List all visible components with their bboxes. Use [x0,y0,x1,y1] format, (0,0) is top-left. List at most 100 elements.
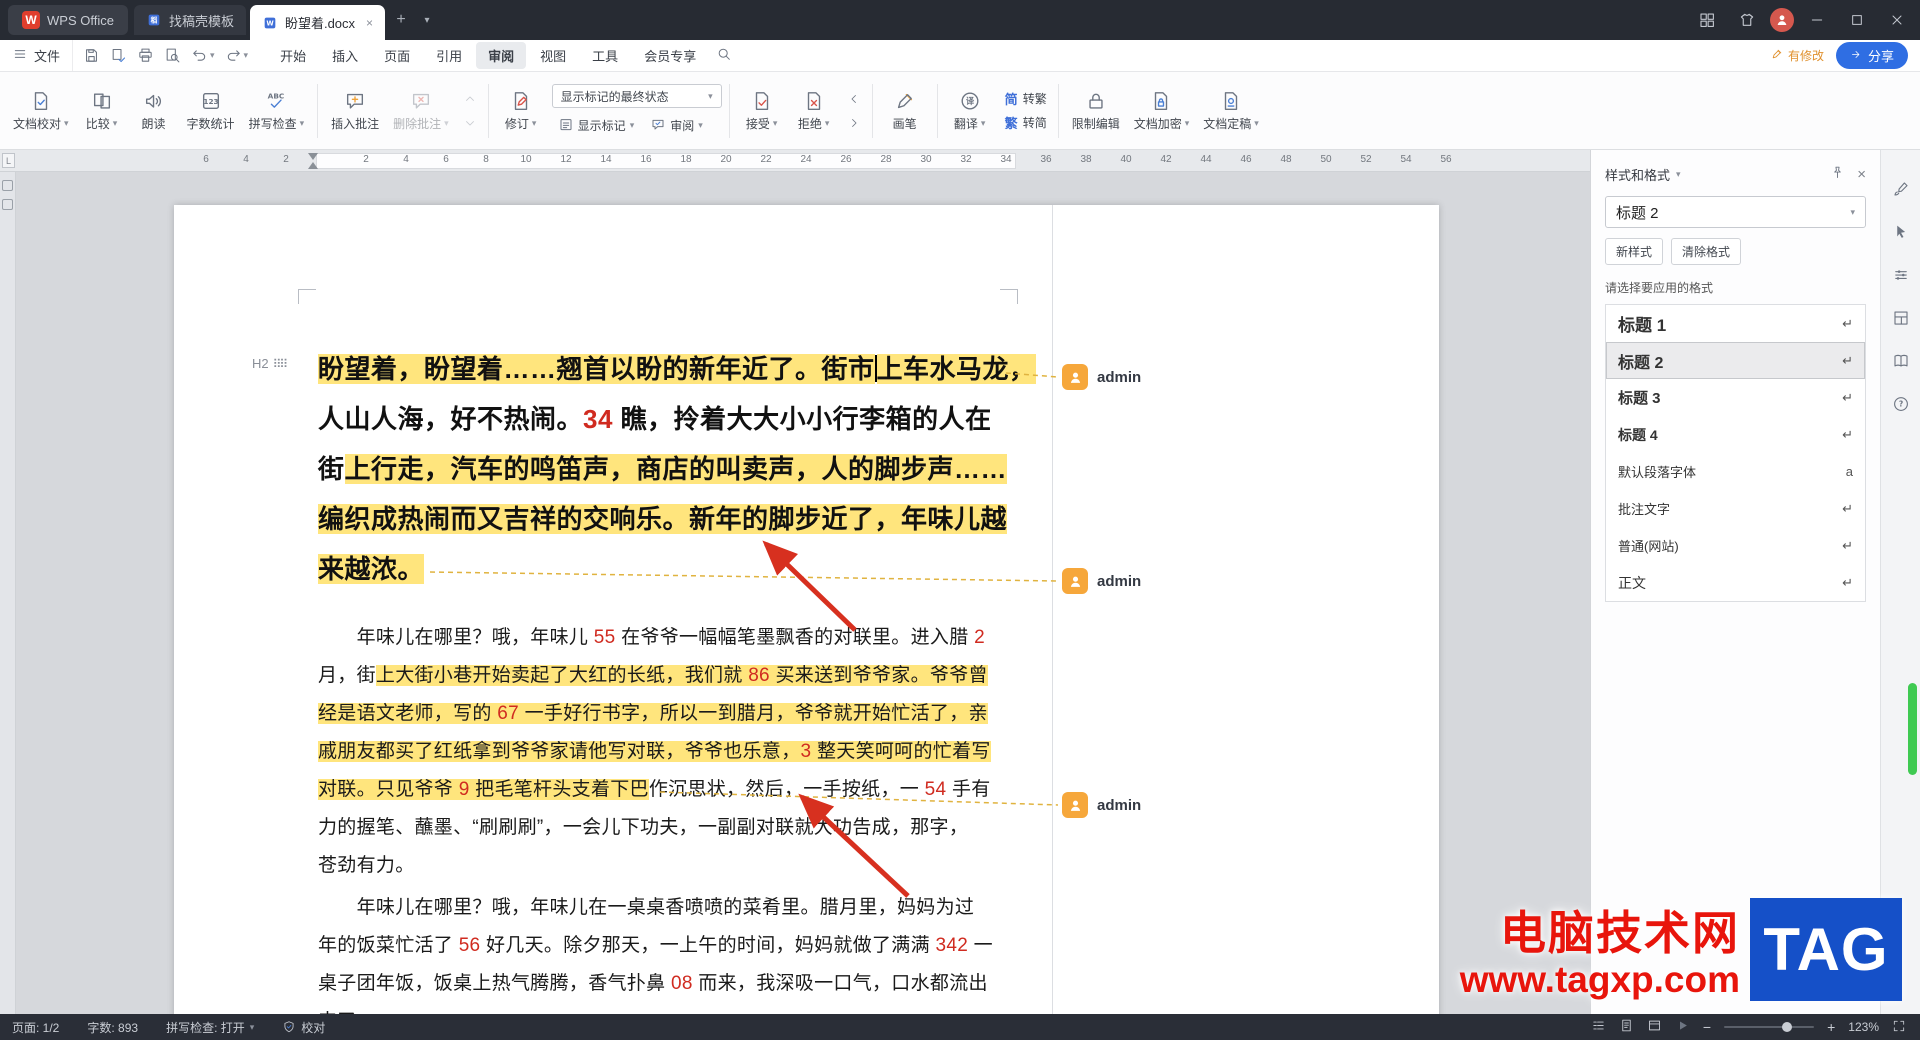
document-page[interactable]: 盼望着，盼望着……翘首以盼的新年近了。街市上车水马龙，人山人海，好不热闹。34 … [174,205,1052,1014]
document-tab[interactable]: W盼望着.docx× [250,5,385,40]
file-menu-button[interactable]: 文件 [0,40,73,71]
horizontal-ruler[interactable]: L 64224681012141618202224262830323436384… [0,150,1590,172]
word-count-button[interactable]: 123字数统计 [181,86,241,136]
reject-revision-button[interactable]: 拒绝▾ [789,86,839,136]
save-button[interactable] [79,44,104,68]
ribbon-tab-item[interactable]: 引用 [424,42,474,69]
comment-marker[interactable]: admin [1062,792,1141,818]
proofread[interactable]: 校对 [282,1019,325,1036]
comment-marker[interactable]: admin [1062,364,1141,390]
green-scrollbar-thumb[interactable] [1908,683,1917,775]
undo-button[interactable]: ▾ [187,44,219,68]
prev-change-button[interactable] [843,88,865,110]
print-layout-view-button[interactable] [1619,1018,1634,1036]
comment-marker[interactable]: admin [1062,568,1141,594]
help-button[interactable]: ? [1888,391,1914,417]
output-button[interactable] [106,44,131,68]
review-button[interactable]: 审阅▾ [644,113,709,137]
zoom-in-button[interactable]: + [1827,1019,1835,1035]
close-tab-icon[interactable]: × [366,16,373,30]
share-label: 分享 [1868,46,1894,65]
search-icon[interactable] [716,46,732,65]
new-style-button[interactable]: 新样式 [1605,238,1663,265]
web-layout-view-button[interactable] [1647,1018,1662,1036]
ribbon-tab-item[interactable]: 工具 [580,42,630,69]
translate-button[interactable]: 译翻译▾ [945,86,995,136]
style-item-1[interactable]: 标题 1↵ [1606,305,1865,342]
doc-proof-button[interactable]: 文档校对▾ [7,86,75,136]
full-screen-play-button[interactable] [1675,1018,1690,1036]
page-indicator[interactable]: 页面: 1/2 [12,1019,59,1036]
compare-button[interactable]: 比较▾ [77,86,127,136]
pin-icon[interactable] [1830,165,1845,183]
close-panel-icon[interactable]: × [1857,166,1866,183]
style-item-5[interactable]: 默认段落字体a [1606,453,1865,490]
layout-options-button[interactable] [1888,305,1914,331]
style-item-8[interactable]: 正文↵ [1606,564,1865,601]
ribbon-tab-item[interactable]: 页面 [372,42,422,69]
spell-check-button[interactable]: ABC拼写检查▾ [243,86,311,136]
read-aloud-button[interactable]: 朗读 [129,86,179,136]
bookmark-icon[interactable] [2,180,13,191]
document-tab[interactable]: 稻找稿壳模板 [134,5,246,35]
tab-list-dropdown[interactable]: ▾ [415,8,439,32]
maximize-button[interactable] [1840,6,1874,34]
restrict-editing-button[interactable]: 限制编辑 [1066,86,1126,136]
style-item-3[interactable]: 标题 3↵ [1606,379,1865,416]
ribbon-tab-item[interactable]: 视图 [528,42,578,69]
redo-button[interactable]: ▾ [221,44,253,68]
select-tool-button[interactable] [1888,219,1914,245]
ribbon-tab-item[interactable]: 开始 [268,42,318,69]
tab-stop-selector[interactable]: L [2,153,15,168]
style-item-6[interactable]: 批注文字↵ [1606,490,1865,527]
clear-format-button[interactable]: 清除格式 [1671,238,1741,265]
zoom-out-button[interactable]: − [1703,1019,1711,1035]
first-line-indent-marker[interactable] [308,153,318,160]
fit-page-icon[interactable] [1892,1019,1906,1036]
finalize-document-button[interactable]: 文档定稿▾ [1197,86,1265,136]
close-window-button[interactable] [1880,6,1914,34]
insert-comment-button[interactable]: 插入批注 [325,86,385,136]
outline-view-button[interactable] [1591,1018,1606,1036]
ink-pen-button[interactable]: 画笔 [880,86,930,136]
to-simplified-button[interactable]: 繁转简 [1001,112,1051,133]
encrypt-document-button[interactable]: 文档加密▾ [1128,86,1196,136]
modified-indicator[interactable]: 有修改 [1770,47,1824,64]
share-button[interactable]: 分享 [1836,42,1908,69]
show-markup-button[interactable]: 显示标记▾ [552,113,641,137]
to-traditional-button[interactable]: 简转繁 [1001,88,1051,109]
print-button[interactable] [133,44,158,68]
spell-check-status[interactable]: 拼写检查: 打开▾ [166,1019,254,1036]
ribbon-tab-item[interactable]: 会员专享 [632,42,708,69]
user-avatar[interactable] [1770,8,1794,32]
style-item-2[interactable]: 标题 2↵ [1606,342,1865,379]
wps-home-button[interactable]: W WPS Office [8,5,128,35]
theme-skin-button[interactable] [1730,6,1764,34]
style-item-7[interactable]: 普通(网站)↵ [1606,527,1865,564]
style-item-4[interactable]: 标题 4↵ [1606,416,1865,453]
minimize-button[interactable] [1800,6,1834,34]
ribbon-tab-active[interactable]: 审阅 [476,42,526,69]
zoom-slider-thumb[interactable] [1782,1022,1792,1032]
reading-tools-button[interactable] [1888,348,1914,374]
word-count[interactable]: 字数: 893 [87,1019,138,1036]
hanging-indent-marker[interactable] [308,162,318,169]
accept-revision-button[interactable]: 接受▾ [737,86,787,136]
window-layout-button[interactable] [1690,6,1724,34]
zoom-slider[interactable] [1724,1026,1814,1028]
track-changes-button[interactable]: 修订▾ [496,86,546,136]
navigation-icon[interactable] [2,199,13,210]
markup-state-dropdown[interactable]: 显示标记的最终状态▾ [552,84,722,108]
styles-hint: 请选择要应用的格式 [1605,279,1866,296]
print-preview-button[interactable] [160,44,185,68]
next-change-button[interactable] [843,112,865,134]
zoom-level[interactable]: 123% [1848,1020,1879,1034]
ruler-page-band [316,153,1016,169]
ribbon-tab-item[interactable]: 插入 [320,42,370,69]
chevron-down-icon[interactable]: ▾ [1676,170,1681,179]
properties-button[interactable] [1888,262,1914,288]
window-layout-icon [1698,11,1716,29]
current-style-dropdown[interactable]: 标题 2 ▾ [1605,196,1866,228]
new-tab-button[interactable]: + [389,8,413,32]
format-painter-button[interactable] [1888,176,1914,202]
